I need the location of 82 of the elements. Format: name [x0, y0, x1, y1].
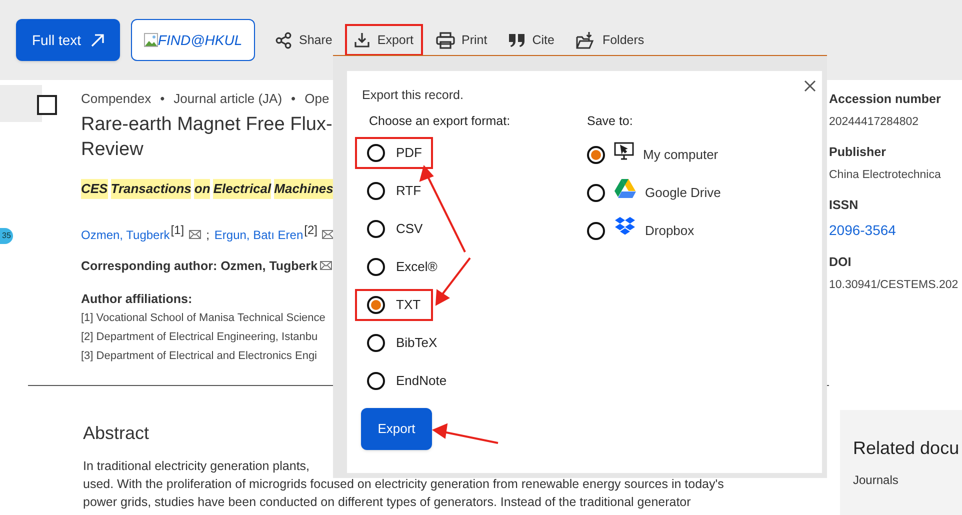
- abstract-line: power grids, studies have been conducted on different types of generators. Instead of the traditional generator: [83, 494, 691, 511]
- folders-button[interactable]: Folders: [567, 24, 654, 56]
- title-text: Rare-earth Magnet Free Flux-: [81, 113, 332, 137]
- radio-button[interactable]: [367, 334, 385, 352]
- reference-mark: [1]: [170, 222, 184, 238]
- export-icon: [354, 32, 370, 48]
- destination-option[interactable]: Dropbox: [587, 214, 721, 247]
- format-option[interactable]: CSV: [367, 219, 423, 238]
- full-text-button[interactable]: Full text: [16, 19, 120, 61]
- mail-icon: [322, 230, 334, 239]
- radio-button[interactable]: [367, 258, 385, 276]
- cite-button[interactable]: Cite: [500, 24, 564, 56]
- reference-mark: [2]: [304, 222, 318, 238]
- affiliation-text: [2] Department of Electrical Engineering, Istanbu: [81, 330, 318, 345]
- affiliations-heading: Author affiliations:: [81, 291, 192, 308]
- format-heading: Choose an export format:: [369, 113, 512, 130]
- meta-text: •: [160, 90, 165, 108]
- meta-text: Compendex: [81, 90, 152, 108]
- detail-label: DOI: [829, 254, 852, 271]
- meta-text: •: [291, 90, 296, 108]
- detail-label: ISSN: [829, 197, 860, 214]
- format-option[interactable]: TXT: [367, 295, 421, 314]
- author-link[interactable]: Ergun, Batı Eren: [214, 226, 304, 244]
- mail-icon: [189, 230, 202, 239]
- destination-option[interactable]: Google Drive: [587, 176, 721, 209]
- related-heading: Related docu: [853, 437, 960, 460]
- affiliation-text: [3] Department of Electrical and Electronics Engi: [81, 349, 318, 364]
- radio-button[interactable]: [587, 222, 605, 240]
- abstract-heading: Abstract: [83, 422, 150, 444]
- destination-heading: Save to:: [587, 113, 634, 130]
- radio-button[interactable]: [367, 372, 385, 390]
- radio-button[interactable]: [587, 184, 605, 202]
- external-link-icon: [91, 34, 104, 46]
- share-button[interactable]: Share: [266, 24, 342, 56]
- export-button[interactable]: Export: [361, 408, 432, 450]
- journal-word[interactable]: CES: [81, 179, 108, 198]
- radio-button[interactable]: [367, 220, 385, 238]
- detail-value: 20244417284802: [829, 114, 920, 130]
- radio-button[interactable]: [367, 182, 385, 200]
- format-option[interactable]: RTF: [367, 181, 422, 200]
- computer-icon: [614, 142, 634, 160]
- share-icon: [275, 32, 292, 48]
- find-button[interactable]: FIND@HKUL: [131, 19, 256, 61]
- journal-word[interactable]: on: [194, 179, 210, 198]
- title-text: Review: [81, 138, 144, 162]
- author-link[interactable]: Ozmen, Tugberk: [81, 226, 170, 244]
- folders-icon: [576, 30, 596, 50]
- detail-label: Publisher: [829, 144, 887, 161]
- journal-word[interactable]: Electrical: [213, 179, 272, 198]
- destination-option[interactable]: My computer: [587, 138, 721, 171]
- broken-image-icon: [144, 33, 158, 47]
- detail-value: 10.30941/CESTEMS.202: [829, 278, 960, 292]
- detail-link[interactable]: 2096-3564: [829, 220, 962, 241]
- box-logo-icon: [614, 216, 636, 237]
- format-option[interactable]: PDF: [367, 143, 422, 162]
- abstract-line: used. With the proliferation of microgrids focused on electricity generation from renewable energy sources in today's: [83, 476, 724, 493]
- print-icon: [436, 32, 455, 48]
- format-option[interactable]: EndNote: [367, 371, 447, 390]
- dialog-intro: Export this record.: [362, 87, 464, 104]
- triangle-logo-icon: [614, 179, 636, 198]
- radio-button[interactable]: [367, 296, 385, 314]
- select-checkbox[interactable]: [37, 95, 57, 115]
- detail-label: Accession number: [829, 91, 942, 108]
- radio-button[interactable]: [367, 144, 385, 162]
- abstract-line: In traditional electricity generation plants,: [83, 458, 310, 475]
- radio-button[interactable]: [587, 146, 605, 164]
- separator-text: ;: [206, 226, 210, 244]
- affiliation-text: [1] Vocational School of Manisa Technical Science: [81, 311, 326, 326]
- journal-word[interactable]: Transactions: [110, 179, 192, 198]
- format-option[interactable]: Excel®: [367, 257, 438, 276]
- meta-text: Ope: [304, 90, 330, 108]
- mail-icon: [320, 261, 332, 270]
- journal-word[interactable]: Machines: [274, 179, 334, 198]
- close-icon: [804, 80, 816, 92]
- meta-text: Journal article (JA): [174, 90, 282, 108]
- related-subheading: Journals: [853, 472, 900, 489]
- corresponding-author: Corresponding author: Ozmen, Tugberk: [81, 258, 318, 275]
- detail-value: China Electrotechnica: [829, 168, 942, 183]
- cite-icon: [509, 34, 526, 46]
- print-button[interactable]: Print: [426, 24, 496, 56]
- format-option[interactable]: BibTeX: [367, 333, 438, 352]
- count-badge: 35: [0, 228, 13, 244]
